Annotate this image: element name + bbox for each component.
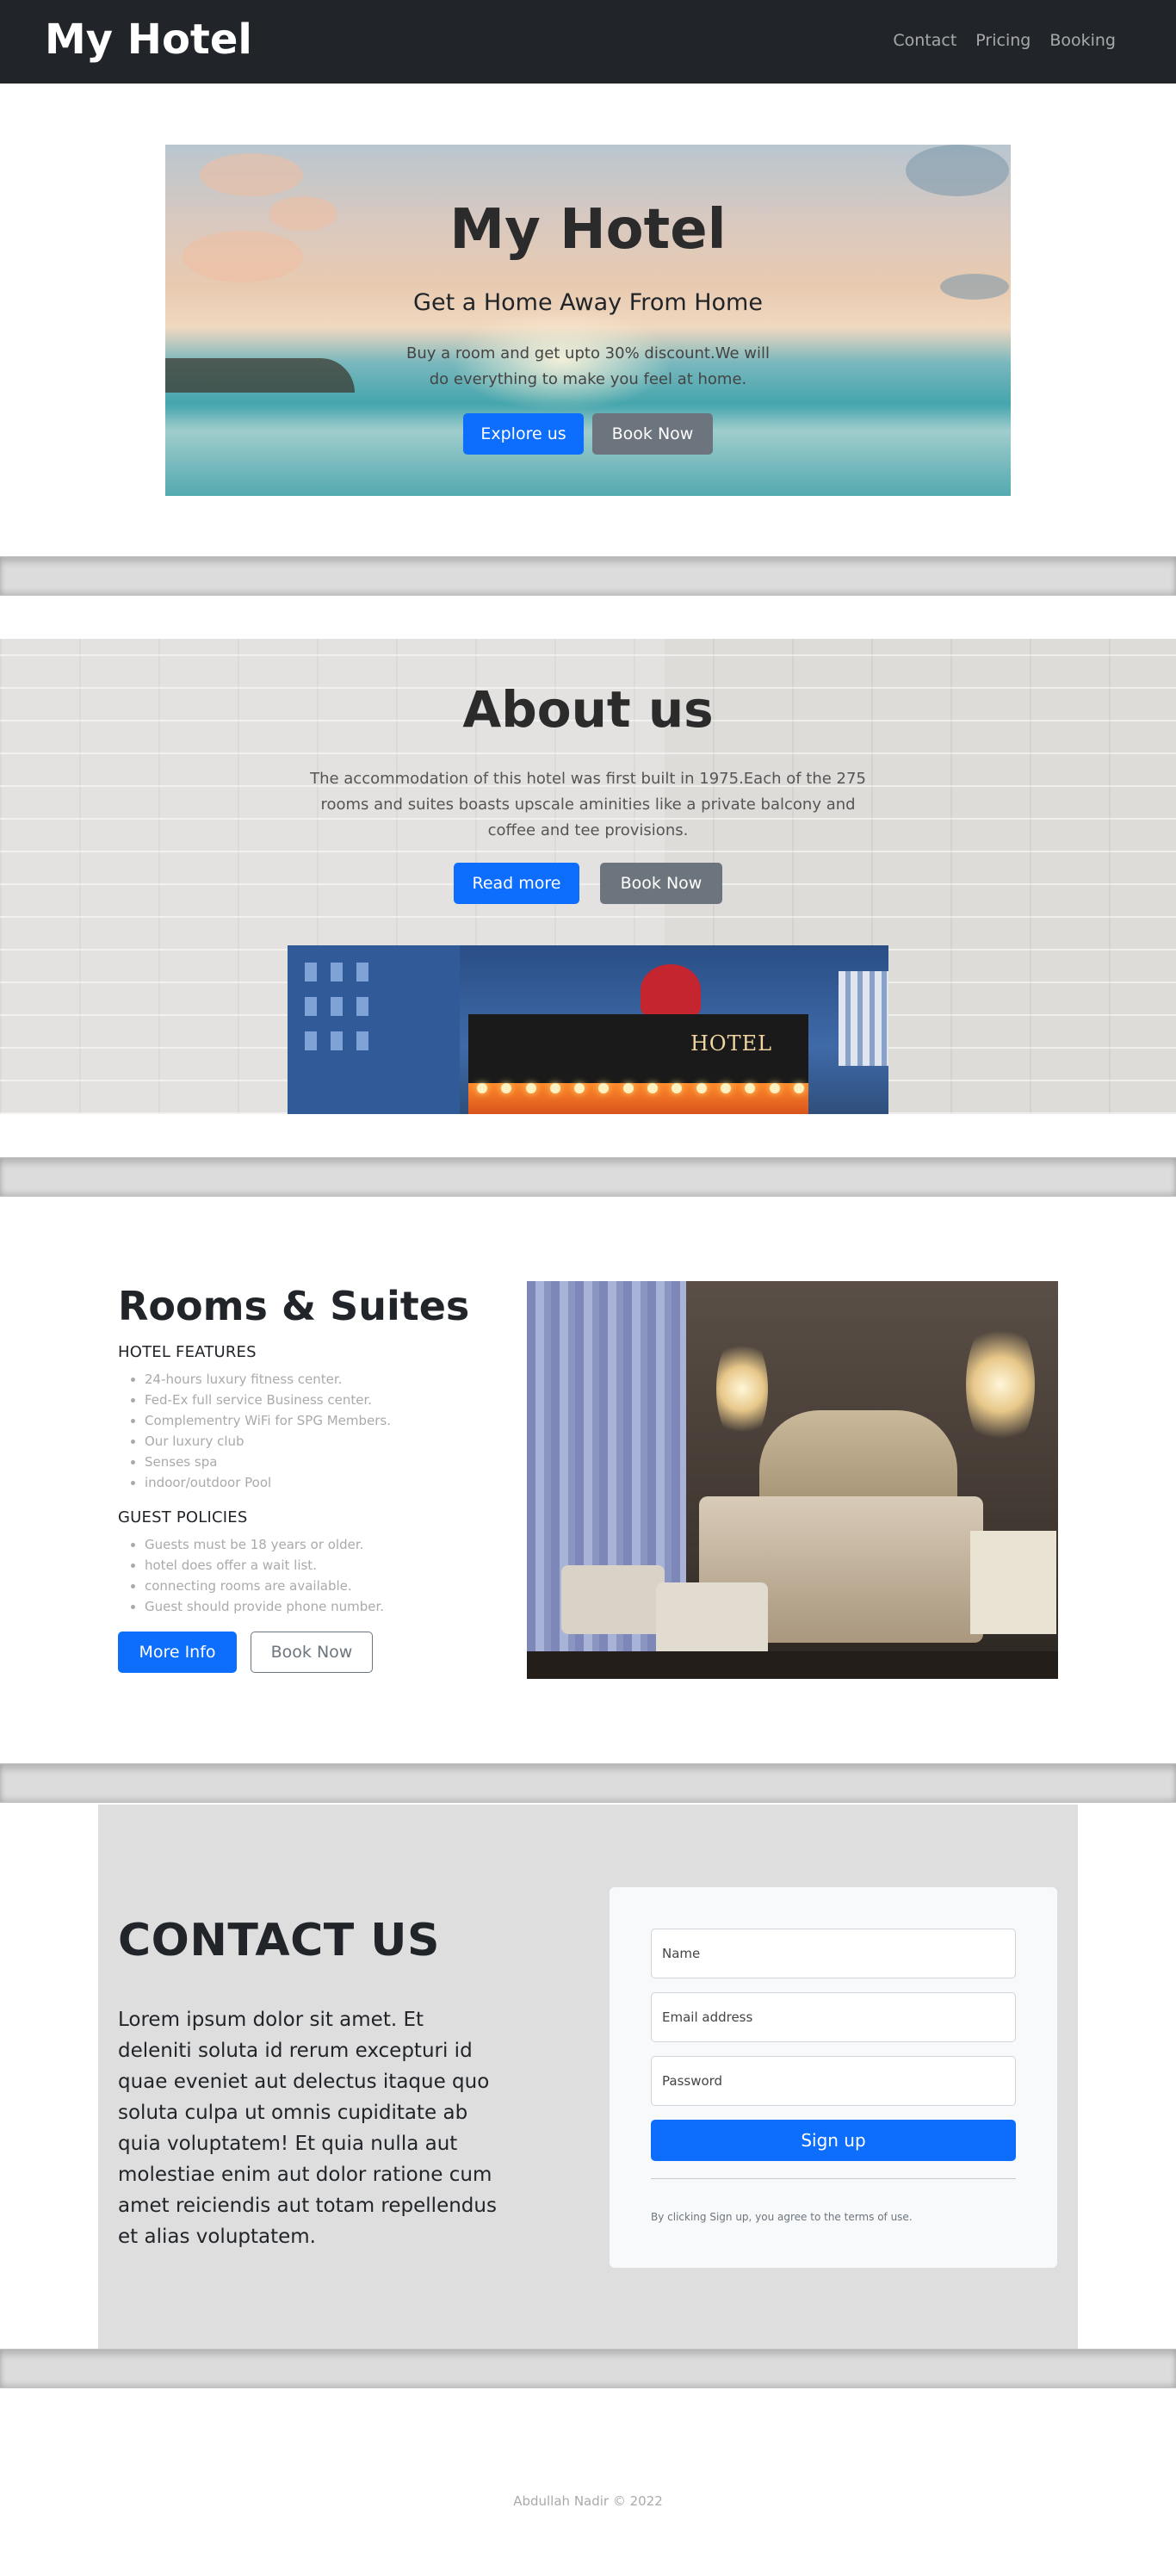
signup-form: Sign up By clicking Sign up, you agree t… <box>610 1887 1057 2268</box>
photo-bulb <box>793 1083 804 1093</box>
signup-button[interactable]: Sign up <box>651 2120 1016 2161</box>
photo-window <box>331 963 343 981</box>
section-divider <box>0 556 1176 596</box>
photo-bulb <box>672 1083 683 1093</box>
hotel-features-heading: HOTEL FEATURES <box>118 1343 257 1361</box>
about-text: The accommodation of this hotel was firs… <box>310 770 866 839</box>
hero-cloud <box>200 153 303 196</box>
photo-bench <box>561 1565 665 1634</box>
email-field[interactable] <box>651 1992 1016 2042</box>
nav-link-booking[interactable]: Booking <box>1049 33 1116 49</box>
photo-window <box>305 963 317 981</box>
read-more-button[interactable]: Read more <box>454 863 579 904</box>
contact-section: CONTACT US Lorem ipsum dolor sit amet. E… <box>98 1805 1078 2350</box>
list-item: hotel does offer a wait list. <box>145 1555 384 1576</box>
photo-floor <box>527 1651 1058 1679</box>
photo-bulb <box>477 1083 487 1093</box>
photo-window <box>356 1031 368 1050</box>
photo-lamp <box>966 1316 1035 1453</box>
guest-policies-list: Guests must be 18 years or older. hotel … <box>145 1534 384 1617</box>
terms-note: By clicking Sign up, you agree to the te… <box>651 2211 913 2223</box>
photo-bulb <box>549 1083 560 1093</box>
form-divider <box>651 2178 1016 2179</box>
hero-island <box>165 358 355 393</box>
photo-window <box>305 997 317 1016</box>
more-info-button[interactable]: More Info <box>118 1632 237 1673</box>
photo-window <box>356 963 368 981</box>
photo-balcony <box>839 971 888 1066</box>
list-item: connecting rooms are available. <box>145 1576 384 1596</box>
photo-bulb <box>720 1083 731 1093</box>
hero-text: Buy a room and get upto 30% discount.We … <box>406 344 770 388</box>
photo-bulb <box>622 1083 634 1093</box>
hero-cloud <box>906 145 1009 196</box>
photo-window <box>305 1031 317 1050</box>
rooms-title: Rooms & Suites <box>118 1283 470 1329</box>
hero-section: My Hotel Get a Home Away From Home Buy a… <box>165 145 1011 496</box>
hotel-room-image <box>527 1281 1058 1679</box>
nav-link-pricing[interactable]: Pricing <box>975 33 1031 49</box>
section-divider <box>0 2349 1176 2388</box>
list-item: indoor/outdoor Pool <box>145 1472 391 1493</box>
rooms-book-now-button[interactable]: Book Now <box>251 1632 373 1673</box>
list-item: Our luxury club <box>145 1431 391 1452</box>
photo-window <box>356 997 368 1016</box>
hero-title: My Hotel <box>449 198 727 262</box>
photo-bulb <box>525 1083 536 1093</box>
photo-window <box>331 1031 343 1050</box>
password-field[interactable] <box>651 2056 1016 2106</box>
photo-window <box>331 997 343 1016</box>
nav-links: Contact Pricing Booking <box>893 33 1116 49</box>
photo-bulbs <box>477 1083 804 1093</box>
list-item: 24-hours luxury fitness center. <box>145 1369 391 1390</box>
photo-bench <box>656 1582 768 1660</box>
section-divider <box>0 1763 1176 1803</box>
hero-buttons: Explore us Book Now <box>165 413 1011 455</box>
about-title: About us <box>462 680 714 739</box>
nav-link-contact[interactable]: Contact <box>893 33 956 49</box>
list-item: Fed-Ex full service Business center. <box>145 1390 391 1410</box>
photo-lamp <box>716 1333 768 1445</box>
rooms-buttons: More Info Book Now <box>118 1632 373 1673</box>
contact-title: CONTACT US <box>118 1915 440 1966</box>
about-book-now-button[interactable]: Book Now <box>600 863 722 904</box>
photo-flag <box>641 964 701 1016</box>
photo-bulb <box>696 1083 707 1093</box>
explore-us-button[interactable]: Explore us <box>463 413 584 455</box>
photo-bulb <box>647 1083 659 1093</box>
photo-bulb <box>501 1083 512 1093</box>
photo-bulb <box>574 1083 585 1093</box>
about-section: About us The accommodation of this hotel… <box>0 639 1176 1114</box>
navbar: My Hotel Contact Pricing Booking <box>0 0 1176 84</box>
section-divider <box>0 1157 1176 1197</box>
hotel-features-list: 24-hours luxury fitness center. Fed-Ex f… <box>145 1369 391 1493</box>
photo-nightstand <box>970 1531 1056 1634</box>
list-item: Guests must be 18 years or older. <box>145 1534 384 1555</box>
hotel-exterior-image: HOTEL <box>288 945 888 1114</box>
hotel-sign: HOTEL <box>690 1031 773 1056</box>
contact-text: Lorem ipsum dolor sit amet. Et deleniti … <box>118 2009 497 2248</box>
brand-logo[interactable]: My Hotel <box>45 19 252 60</box>
guest-policies-heading: GUEST POLICIES <box>118 1508 248 1526</box>
list-item: Senses spa <box>145 1452 391 1472</box>
list-item: Complementry WiFi for SPG Members. <box>145 1410 391 1431</box>
photo-bulb <box>598 1083 610 1093</box>
list-item: Guest should provide phone number. <box>145 1596 384 1617</box>
photo-bulb <box>745 1083 756 1093</box>
hero-subtitle: Get a Home Away From Home <box>413 289 763 316</box>
about-buttons: Read more Book Now <box>0 863 1176 904</box>
name-field[interactable] <box>651 1929 1016 1978</box>
hero-book-now-button[interactable]: Book Now <box>592 413 713 455</box>
footer-copyright: Abdullah Nadir © 2022 <box>513 2493 663 2509</box>
photo-bulb <box>769 1083 780 1093</box>
